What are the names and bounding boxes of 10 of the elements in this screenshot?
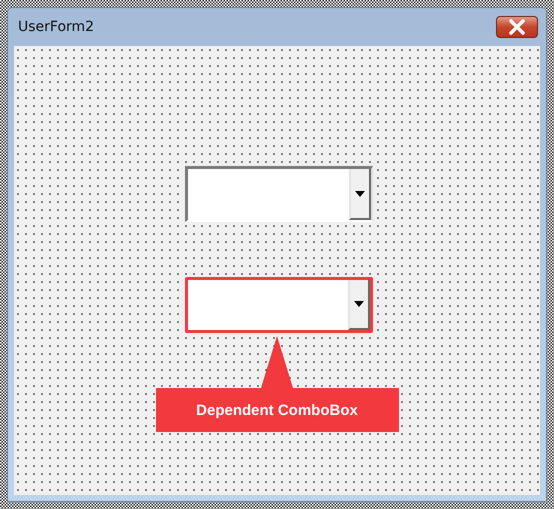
window-title: UserForm2 [18,19,94,35]
callout-pointer [261,336,293,388]
dropdown-button[interactable] [349,169,371,220]
combo-box[interactable] [185,277,373,333]
combo-box[interactable] [185,166,373,222]
close-button[interactable] [496,16,538,38]
dropdown-button[interactable] [348,280,370,330]
caret-icon [355,190,365,196]
caret-icon [354,301,364,307]
close-icon [507,19,527,35]
